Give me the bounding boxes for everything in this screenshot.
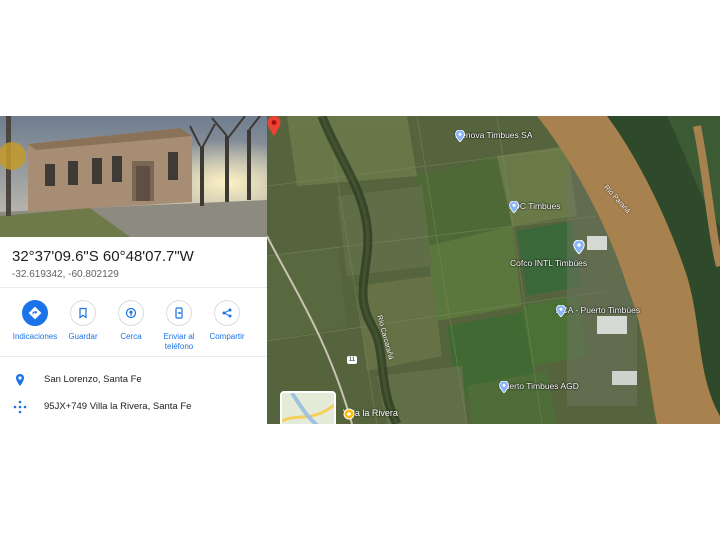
divider — [0, 287, 267, 288]
poi-label: Renova Timbues SA — [455, 130, 533, 140]
directions-icon — [22, 300, 48, 326]
poi-cofco[interactable]: Cofco INTL Timbúes — [510, 258, 587, 268]
bookmark-icon — [70, 300, 96, 326]
share-label: Compartir — [209, 332, 245, 341]
poi-pin-icon — [556, 305, 566, 317]
nearby-icon — [118, 300, 144, 326]
maps-screenshot: 32°37'09.6"S 60°48'07.7"W -32.619342, -6… — [0, 116, 720, 424]
plus-code-row[interactable]: 95JX+749 Villa la Rivera, Santa Fe — [0, 396, 267, 418]
satellite-imagery — [267, 116, 720, 424]
poi-ldc[interactable]: LDC Timbues — [509, 201, 561, 213]
town-pin-icon — [343, 408, 355, 420]
dropped-pin-icon[interactable] — [267, 116, 281, 136]
poi-pin-icon — [509, 201, 519, 213]
plus-code-text: 95JX+749 Villa la Rivera, Santa Fe — [44, 401, 192, 412]
poi-agd[interactable]: Puerto Timbues AGD — [499, 381, 579, 393]
route-badge: 11 — [347, 356, 357, 364]
street-photo-image — [0, 116, 267, 237]
layers-thumbnail[interactable] — [280, 391, 336, 424]
map-layer-icon — [282, 393, 334, 424]
poi-label: ACA - Puerto Timbúes — [556, 305, 641, 315]
location-pin-icon — [16, 374, 24, 386]
satellite-map[interactable]: Río Paraná Río Carcarañá 11 Renova Timbu… — [267, 116, 720, 424]
poi-aca[interactable]: ACA - Puerto Timbúes — [556, 305, 641, 317]
divider — [0, 356, 267, 357]
share-icon — [214, 300, 240, 326]
share-button[interactable]: Compartir — [197, 300, 257, 342]
address-text: San Lorenzo, Santa Fe — [44, 374, 142, 385]
coordinates-title: 32°37'09.6"S 60°48'07.7"W — [12, 248, 194, 265]
address-row[interactable]: San Lorenzo, Santa Fe — [0, 369, 267, 391]
plus-code-icon — [13, 400, 27, 414]
town-villa-la-rivera[interactable]: Villa la Rivera — [343, 408, 398, 420]
send-to-phone-icon — [166, 300, 192, 326]
poi-pin-icon — [499, 381, 509, 393]
poi-pin-icon — [573, 240, 585, 254]
poi-renova[interactable]: Renova Timbues SA — [455, 130, 533, 142]
poi-label: Cofco INTL Timbúes — [510, 258, 588, 268]
coordinates-decimal: -32.619342, -60.802129 — [12, 269, 119, 280]
poi-label: Puerto Timbues AGD — [499, 381, 579, 391]
place-panel: 32°37'09.6"S 60°48'07.7"W -32.619342, -6… — [0, 116, 267, 424]
street-view-photo[interactable] — [0, 116, 267, 237]
poi-pin-icon — [455, 130, 465, 142]
